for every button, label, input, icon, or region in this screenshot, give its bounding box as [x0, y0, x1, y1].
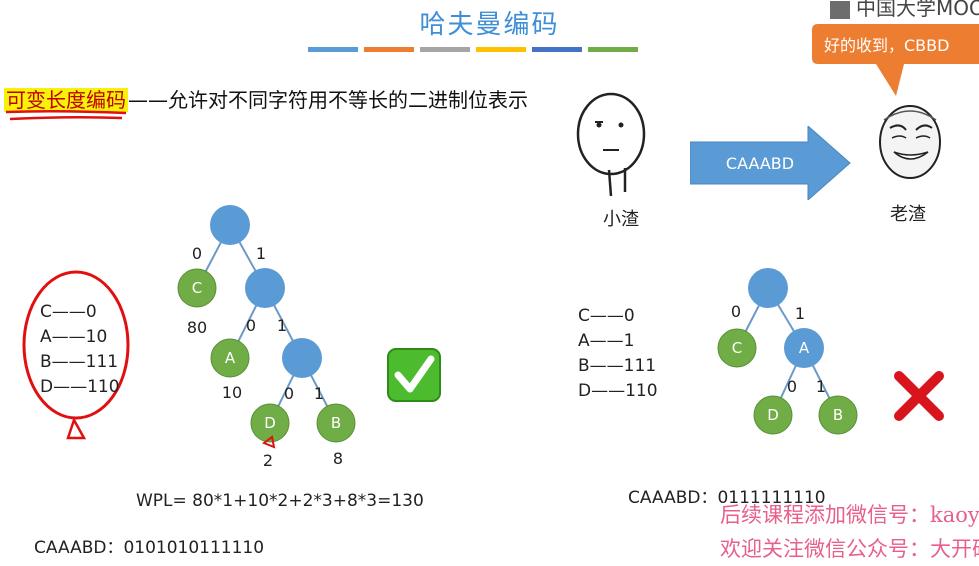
- stripe: [308, 47, 358, 52]
- wpl-formula: WPL= 80*1+10*2+2*3+8*3=130: [136, 491, 424, 511]
- sender-name: 小渣: [603, 209, 639, 230]
- promo-line: 后续课程添加微信号：kaoya: [720, 503, 979, 527]
- promo-line: 欢迎关注微信公众号：大开研: [720, 537, 979, 561]
- check-mark-icon: [387, 348, 441, 402]
- stripe: [532, 47, 582, 52]
- edge-label: 1: [277, 316, 287, 335]
- watermark-text: 中国大学MOOC: [856, 0, 979, 20]
- mooc-logo-icon: [830, 0, 850, 19]
- leaf-weight: 2: [263, 451, 273, 470]
- edge-label: 1: [795, 304, 805, 323]
- promo-overlay: 后续课程添加微信号：kaoya 欢迎关注微信公众号：大开研: [720, 498, 979, 566]
- red-underline-annotation: [5, 109, 127, 121]
- code-line: C——0: [40, 302, 97, 322]
- stripe: [364, 47, 414, 52]
- edge-label: 0: [731, 302, 741, 321]
- reply-text: 好的收到，CBBD: [824, 36, 949, 55]
- message-text: CAAABD: [726, 154, 794, 173]
- code-line: B——111: [578, 356, 657, 376]
- edge-label: 0: [787, 377, 797, 396]
- tree-node-internal: [210, 205, 250, 245]
- title-underline-stripes: [308, 47, 638, 52]
- edge-label: 0: [192, 244, 202, 263]
- tree-node-internal: [748, 268, 788, 308]
- leaf-label-c: C: [192, 279, 202, 297]
- stripe: [476, 47, 526, 52]
- edge-label: 1: [256, 244, 266, 263]
- mooc-watermark: 中国大学MOOC: [830, 0, 979, 21]
- prefix-violating-tree: C A D B 0 1 0 1: [717, 268, 858, 435]
- stripe: [420, 47, 470, 52]
- send-arrow: CAAABD: [690, 126, 851, 200]
- edge-label: 0: [246, 316, 256, 335]
- edge-label: 0: [284, 384, 294, 403]
- sender-face-icon: [576, 92, 646, 197]
- node-label-a: A: [799, 339, 810, 357]
- code-line: D——110: [40, 377, 120, 397]
- code-line: D——110: [578, 381, 658, 401]
- encoded-message-valid: CAAABD：0101010111110: [34, 538, 265, 558]
- leaf-label-d: D: [264, 414, 276, 432]
- code-line: A——10: [40, 327, 108, 347]
- stripe: [588, 47, 638, 52]
- code-line: A——1: [578, 331, 635, 351]
- code-line: C——0: [578, 306, 635, 326]
- leaf-weight: 10: [222, 383, 242, 402]
- leaf-label-b: B: [331, 414, 341, 432]
- tree-node-internal: [282, 338, 322, 378]
- edge-label: 1: [816, 377, 826, 396]
- receiver-name: 老渣: [890, 204, 926, 225]
- subject-description: ——允许对不同字符用不等长的二进制位表示: [128, 88, 528, 112]
- node-label-c: C: [732, 339, 742, 357]
- tree-node-internal: [245, 268, 285, 308]
- receiver-face-icon: [879, 105, 941, 179]
- reply-speech-bubble: 好的收到，CBBD: [812, 24, 979, 96]
- huffman-tree-valid: C A D B 0 1 0 1 0 1 80 10 2 8: [177, 205, 356, 470]
- code-line: B——111: [40, 352, 119, 372]
- leaf-label-a: A: [225, 349, 236, 367]
- edge-label: 1: [314, 384, 324, 403]
- node-label-b: B: [833, 406, 843, 424]
- leaf-weight: 8: [333, 449, 343, 468]
- cross-mark-icon: [894, 371, 944, 421]
- leaf-weight: 80: [187, 318, 207, 337]
- node-label-d: D: [767, 406, 779, 424]
